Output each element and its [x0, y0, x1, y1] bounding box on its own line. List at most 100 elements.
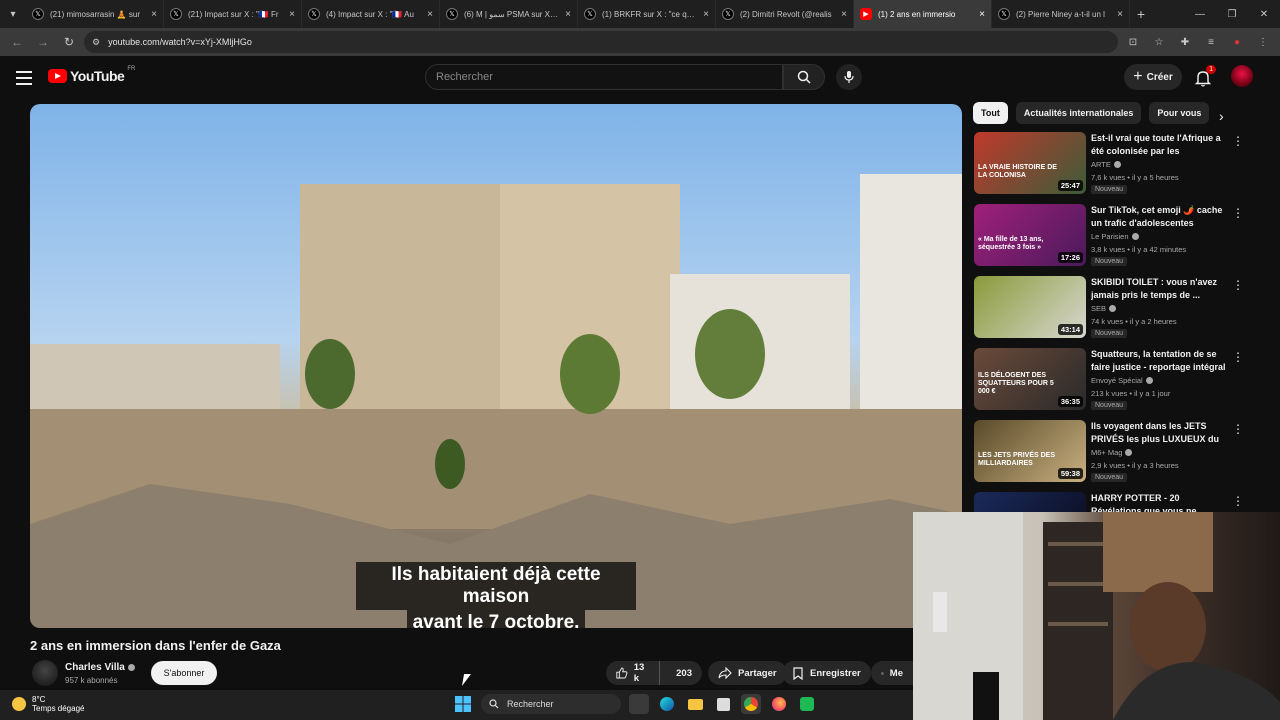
like-button[interactable]: 13 k	[606, 661, 661, 685]
browser-menu-icon[interactable]: ⋮	[1252, 31, 1274, 53]
browser-tab[interactable]: 𝕏 (4) Impact sur X : "🇫🇷 Au ×	[302, 0, 440, 28]
tab-close-icon[interactable]: ×	[565, 9, 571, 20]
chip-actualites[interactable]: Actualités internationales	[1015, 102, 1142, 124]
recommendation-title[interactable]: SKIBIDI TOILET : vous n'avez jamais pris…	[1091, 276, 1227, 302]
recommendation-title[interactable]: Est-il vrai que toute l'Afrique a été co…	[1091, 132, 1227, 158]
save-label: Enregistrer	[810, 667, 861, 679]
bookmark-star-icon[interactable]: ☆	[1148, 31, 1170, 53]
browser-tab[interactable]: ▶ (1) 2 ans en immersio ×	[854, 0, 992, 28]
video-player[interactable]: Ils habitaient déjà cette maison avant l…	[30, 104, 962, 628]
forward-icon[interactable]: →	[32, 31, 54, 53]
close-window-icon[interactable]: ✕	[1248, 0, 1280, 28]
more-button[interactable]: Me	[871, 661, 913, 685]
subscribe-button[interactable]: S'abonner	[151, 661, 217, 685]
store-icon[interactable]	[713, 694, 733, 714]
more-options-icon[interactable]: ⋮	[1232, 278, 1244, 292]
recommendation-channel[interactable]: Envoyé Spécial	[1091, 376, 1153, 385]
tab-label: (4) Impact sur X : "🇫🇷 Au	[326, 9, 414, 19]
tab-close-icon[interactable]: ×	[151, 9, 157, 20]
windows-start-icon[interactable]	[453, 694, 473, 714]
recommendation-title[interactable]: Sur TikTok, cet emoji 🌶️ cache un trafic…	[1091, 204, 1227, 230]
edge-icon[interactable]	[657, 694, 677, 714]
more-options-icon[interactable]: ⋮	[1232, 422, 1244, 436]
recommendation-item[interactable]: ILS DÉLOGENT DES SQUATTEURS POUR 5 000 €…	[974, 348, 1244, 412]
search-input[interactable]	[436, 71, 782, 83]
channel-name[interactable]: Charles Villa	[65, 662, 135, 673]
recommendation-channel[interactable]: ARTE	[1091, 160, 1121, 169]
chrome-icon[interactable]	[741, 694, 761, 714]
youtube-logo[interactable]: YouTube FR	[48, 66, 135, 84]
recommendation-item[interactable]: LA VRAIE HISTOIRE DE LA COLONISA 25:47 Est…	[974, 132, 1244, 196]
video-thumbnail[interactable]: 43:14	[974, 276, 1086, 338]
video-thumbnail[interactable]: LES JETS PRIVÉS DES MILLIARDAIRES 59:38	[974, 420, 1086, 482]
url-field[interactable]: ⚙ youtube.com/watch?v=xYj-XMljHGo	[84, 31, 1118, 53]
install-app-icon[interactable]: ⊡	[1122, 31, 1144, 53]
more-options-icon[interactable]: ⋮	[1232, 350, 1244, 364]
restore-icon[interactable]: ❐	[1216, 0, 1248, 28]
dislike-button[interactable]: 203	[666, 668, 702, 679]
search-button[interactable]	[783, 64, 825, 90]
browser-tab[interactable]: 𝕏 (1) BRKFR sur X : "ce que l ×	[578, 0, 716, 28]
recommendation-item[interactable]: LES JETS PRIVÉS DES MILLIARDAIRES 59:38 Il…	[974, 420, 1244, 484]
tab-close-icon[interactable]: ×	[979, 9, 985, 20]
temperature: 8°C	[32, 695, 46, 704]
notifications-button[interactable]: 1	[1192, 65, 1216, 89]
account-avatar[interactable]	[1231, 65, 1253, 87]
firefox-icon[interactable]	[769, 694, 789, 714]
weather-widget[interactable]: 8°C Temps dégagé	[12, 695, 84, 713]
more-options-icon[interactable]: ⋮	[1232, 206, 1244, 220]
recommendation-item[interactable]: 43:14 SKIBIDI TOILET : vous n'avez jamais…	[974, 276, 1244, 340]
browser-tab[interactable]: 𝕏 (2) Pierre Niney a-t-il un l ×	[992, 0, 1130, 28]
subscriber-count: 957 k abonnés	[65, 676, 118, 685]
file-explorer-icon[interactable]	[685, 694, 705, 714]
voice-search-button[interactable]	[836, 64, 862, 90]
media-control-icon[interactable]: ≡	[1200, 31, 1222, 53]
recommendation-item[interactable]: « Ma fille de 13 ans, séquestrée 3 fois …	[974, 204, 1244, 268]
app-icon[interactable]	[797, 694, 817, 714]
new-tab-button[interactable]: +	[1130, 6, 1152, 22]
recommendation-title[interactable]: Ils voyagent dans les JETS PRIVÉS les pl…	[1091, 420, 1227, 446]
tab-close-icon[interactable]: ×	[289, 9, 295, 20]
share-button[interactable]: Partager	[708, 661, 787, 685]
more-options-icon[interactable]: ⋮	[1232, 134, 1244, 148]
recommendation-channel[interactable]: Le Parisien	[1091, 232, 1139, 241]
video-thumbnail[interactable]: « Ma fille de 13 ans, séquestrée 3 fois …	[974, 204, 1086, 266]
minimize-icon[interactable]: —	[1184, 0, 1216, 28]
profile-icon[interactable]: ●	[1226, 31, 1248, 53]
extensions-icon[interactable]: ✚	[1174, 31, 1196, 53]
more-options-icon[interactable]: ⋮	[1232, 494, 1244, 508]
channel-avatar[interactable]	[32, 660, 58, 686]
filter-chips: Tout Actualités internationales Pour vou…	[973, 102, 1210, 124]
browser-tab[interactable]: 𝕏 (21) mimosarrasin 🧘 sur ×	[26, 0, 164, 28]
tab-close-icon[interactable]: ×	[841, 9, 847, 20]
browser-tab[interactable]: 𝕏 (21) Impact sur X : "🇫🇷 Fr ×	[164, 0, 302, 28]
browser-tab[interactable]: 𝕏 (2) Dimitri Revolt (@realis ×	[716, 0, 854, 28]
reload-icon[interactable]: ↻	[58, 31, 80, 53]
create-button[interactable]: + Créer	[1124, 64, 1182, 90]
tab-close-icon[interactable]: ×	[1117, 9, 1123, 20]
hamburger-menu-icon[interactable]	[14, 68, 34, 88]
chevron-right-icon[interactable]: ›	[1219, 108, 1224, 124]
recommendation-channel[interactable]: SEB	[1091, 304, 1117, 313]
save-button[interactable]: Enregistrer	[782, 661, 871, 685]
back-icon[interactable]: ←	[6, 31, 28, 53]
video-thumbnail[interactable]: LA VRAIE HISTOIRE DE LA COLONISA 25:47	[974, 132, 1086, 194]
new-badge: Nouveau	[1091, 401, 1128, 410]
site-info-icon[interactable]: ⚙	[92, 37, 100, 48]
recommendation-meta: 213 k vues • il y a 1 jour	[1091, 389, 1171, 398]
taskbar-search[interactable]: Rechercher	[481, 694, 621, 714]
video-thumbnail[interactable]: ILS DÉLOGENT DES SQUATTEURS POUR 5 000 €…	[974, 348, 1086, 410]
windows-taskbar: 8°C Temps dégagé Rechercher	[0, 690, 913, 720]
tab-close-icon[interactable]: ×	[427, 9, 433, 20]
tab-search-icon[interactable]: ▾	[0, 0, 26, 28]
channel-label: SEB	[1091, 304, 1107, 313]
chip-tout[interactable]: Tout	[973, 102, 1008, 124]
upload-age: il y a 42 minutes	[1131, 245, 1187, 254]
tab-close-icon[interactable]: ×	[703, 9, 709, 20]
recommendation-title[interactable]: Squatteurs, la tentation de se faire jus…	[1091, 348, 1227, 374]
chip-pour-vous[interactable]: Pour vous	[1149, 102, 1210, 124]
browser-tab[interactable]: 𝕏 (6) M | ﺳﻤﻮ PSMA sur X : "N ×	[440, 0, 578, 28]
recommendation-channel[interactable]: M6+ Mag	[1091, 448, 1133, 457]
channel-label: ARTE	[1091, 160, 1111, 169]
task-view-icon[interactable]	[629, 694, 649, 714]
